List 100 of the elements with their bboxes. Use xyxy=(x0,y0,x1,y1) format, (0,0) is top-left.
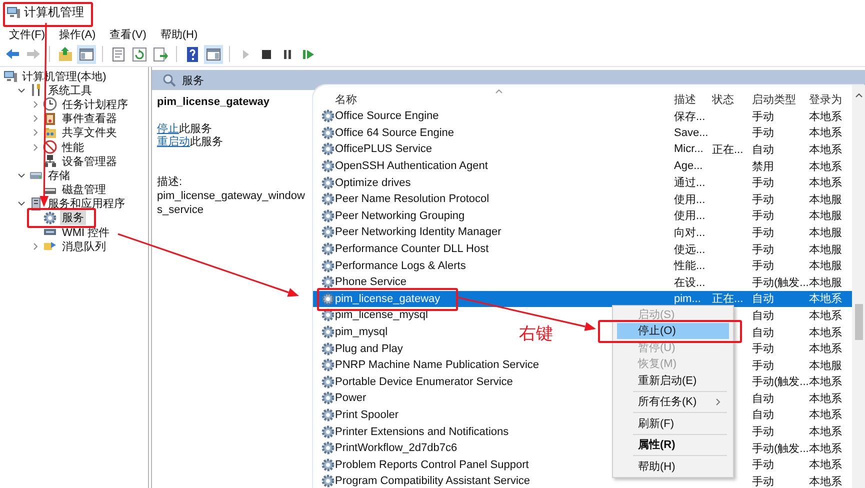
table-cell-text: 性能... xyxy=(674,259,706,274)
service-name-cell[interactable]: Office 64 Source Engine xyxy=(335,126,454,139)
tree-item[interactable]: 系统工具 xyxy=(46,82,94,98)
service-name-cell[interactable]: Problem Reports Control Panel Support xyxy=(335,458,529,471)
service-name-cell[interactable]: Peer Networking Identity Manager xyxy=(335,226,502,238)
menu-item[interactable]: 停止(O) xyxy=(617,322,729,339)
refresh-icon xyxy=(131,46,148,62)
table-cell-text: 本地系 xyxy=(809,160,842,174)
action-link[interactable]: 停止 xyxy=(157,123,179,135)
tree-item[interactable]: 任务计划程序 xyxy=(60,96,130,112)
chevron-icon[interactable] xyxy=(31,142,40,152)
tree-item[interactable]: 设备管理器 xyxy=(60,154,119,169)
gear-icon xyxy=(321,424,335,439)
action-text: 停止此服务 xyxy=(157,123,213,136)
menu-item[interactable]: 所有任务(K) xyxy=(617,394,729,410)
chevron-icon[interactable] xyxy=(31,128,40,138)
chevron-icon xyxy=(715,398,721,406)
service-name-cell[interactable]: OpenSSH Authentication Agent xyxy=(335,160,488,172)
service-name-cell[interactable]: Performance Logs & Alerts xyxy=(335,260,466,272)
gear-icon xyxy=(321,292,335,306)
search-icon xyxy=(162,73,176,87)
service-name-cell[interactable]: Peer Networking Grouping xyxy=(335,210,465,222)
service-name-cell[interactable]: Office Source Engine xyxy=(335,110,439,122)
table-cell-text: 手动 xyxy=(752,259,774,274)
service-name-cell[interactable]: pim_license_gateway xyxy=(335,292,440,305)
tree-item[interactable]: 服务和应用程序 xyxy=(46,196,127,212)
table-cell-text: 手动(触发... xyxy=(752,442,809,456)
table-cell-text: 手动 xyxy=(752,425,774,440)
service-name-cell[interactable]: Performance Counter DLL Host xyxy=(335,243,489,256)
tree-item[interactable]: WMI 控件 xyxy=(60,224,112,240)
table-cell-text: 本地系 xyxy=(809,326,842,340)
service-name-cell[interactable]: pim_mysql xyxy=(335,326,388,338)
service-name-cell[interactable]: Phone Service xyxy=(335,276,407,288)
menu-item[interactable]: 重新启动(E) xyxy=(617,372,729,388)
toolbar-button[interactable] xyxy=(204,44,223,64)
action-link[interactable]: 重启动 xyxy=(157,136,190,148)
tree-item[interactable]: 消息队列 xyxy=(60,238,108,254)
table-cell-text: 手动 xyxy=(752,209,774,224)
menu-item[interactable]: 文件(F) xyxy=(2,27,52,42)
service-name-cell[interactable]: Optimize drives xyxy=(335,176,411,189)
service-name-cell[interactable]: Plug and Play xyxy=(335,342,403,355)
service-name-cell[interactable]: Peer Name Resolution Protocol xyxy=(335,193,490,206)
menu-item[interactable]: 操作(A) xyxy=(52,27,103,42)
table-cell-text: 自动 xyxy=(752,142,774,157)
menu-item[interactable]: 属性(R) xyxy=(617,436,729,453)
menu-item[interactable]: 帮助(H) xyxy=(153,27,205,42)
device-icon xyxy=(43,154,57,168)
menu-item[interactable]: 查看(V) xyxy=(102,27,154,42)
tree-item[interactable]: 共享文件夹 xyxy=(60,125,119,140)
help-icon xyxy=(184,46,201,62)
scroll-thumb[interactable] xyxy=(854,304,862,340)
service-name-cell[interactable]: PNRP Machine Name Publication Service xyxy=(335,359,539,372)
table-cell-text: 通过... xyxy=(674,176,706,190)
gear-icon xyxy=(321,358,335,372)
table-cell-text: 手动(触发... xyxy=(752,276,809,290)
gear-icon xyxy=(43,210,57,225)
table-cell-text: 本地系 xyxy=(809,342,842,356)
scroll-up-icon[interactable] xyxy=(854,93,862,98)
table-cell-text: 手动 xyxy=(752,458,774,472)
menu-item[interactable]: 帮助(H) xyxy=(617,458,729,474)
table-cell: pim... xyxy=(674,292,701,305)
column-header[interactable]: 启动类型 xyxy=(752,92,796,107)
menu-item[interactable]: 刷新(F) xyxy=(617,415,729,432)
chevron-icon[interactable] xyxy=(17,86,26,95)
gear-icon xyxy=(321,225,335,240)
tree-item[interactable]: 性能 xyxy=(60,140,86,155)
service-name-cell[interactable]: Program Compatibility Assistant Service xyxy=(335,475,530,488)
table-cell-text: 本地系 xyxy=(809,374,842,390)
table-cell-text: 本地服 xyxy=(809,209,842,224)
service-name-cell[interactable]: Printer Extensions and Notifications xyxy=(335,426,509,438)
column-header[interactable]: 名称 xyxy=(335,92,357,107)
column-header[interactable]: 登录为 xyxy=(809,92,842,107)
service-name-cell[interactable]: Print Spooler xyxy=(335,408,399,421)
column-header[interactable]: 状态 xyxy=(712,92,734,107)
chevron-icon[interactable] xyxy=(31,100,40,109)
gear-icon xyxy=(321,258,335,273)
chevron-icon[interactable] xyxy=(31,242,40,251)
chevron-icon[interactable] xyxy=(31,114,40,124)
tree-item[interactable]: 磁盘管理 xyxy=(60,182,108,198)
service-name-cell[interactable]: Portable Device Enumerator Service xyxy=(335,376,513,388)
table-cell: Micr... xyxy=(674,143,704,156)
tree-item[interactable]: 存储 xyxy=(46,168,72,183)
service-name-cell[interactable]: OfficePLUS Service xyxy=(335,143,432,156)
service-name-cell[interactable]: pim_license_mysql xyxy=(335,309,428,322)
chevron-icon[interactable] xyxy=(17,199,26,208)
table-cell-text: 本地系 xyxy=(809,126,842,140)
table-cell-text: 本地系 xyxy=(809,442,842,456)
scrollbar[interactable] xyxy=(852,85,865,488)
service-name: pim_license_gateway xyxy=(157,96,271,108)
tree-item[interactable]: 事件查看器 xyxy=(60,111,119,126)
table-cell-text: 手动(触发... xyxy=(752,375,809,390)
service-name-cell[interactable]: Power xyxy=(335,392,366,404)
tree-item[interactable]: 服务 xyxy=(60,210,86,226)
service-name-cell[interactable]: PrintWorkflow_2d7db7c6 xyxy=(335,442,458,454)
gear-icon xyxy=(321,458,335,472)
chevron-icon[interactable] xyxy=(17,170,26,180)
column-header[interactable]: 描述 xyxy=(674,92,696,107)
toolbar-button[interactable] xyxy=(77,44,96,64)
tools-icon xyxy=(29,83,43,98)
table-cell-text: 本地服 xyxy=(809,192,842,207)
